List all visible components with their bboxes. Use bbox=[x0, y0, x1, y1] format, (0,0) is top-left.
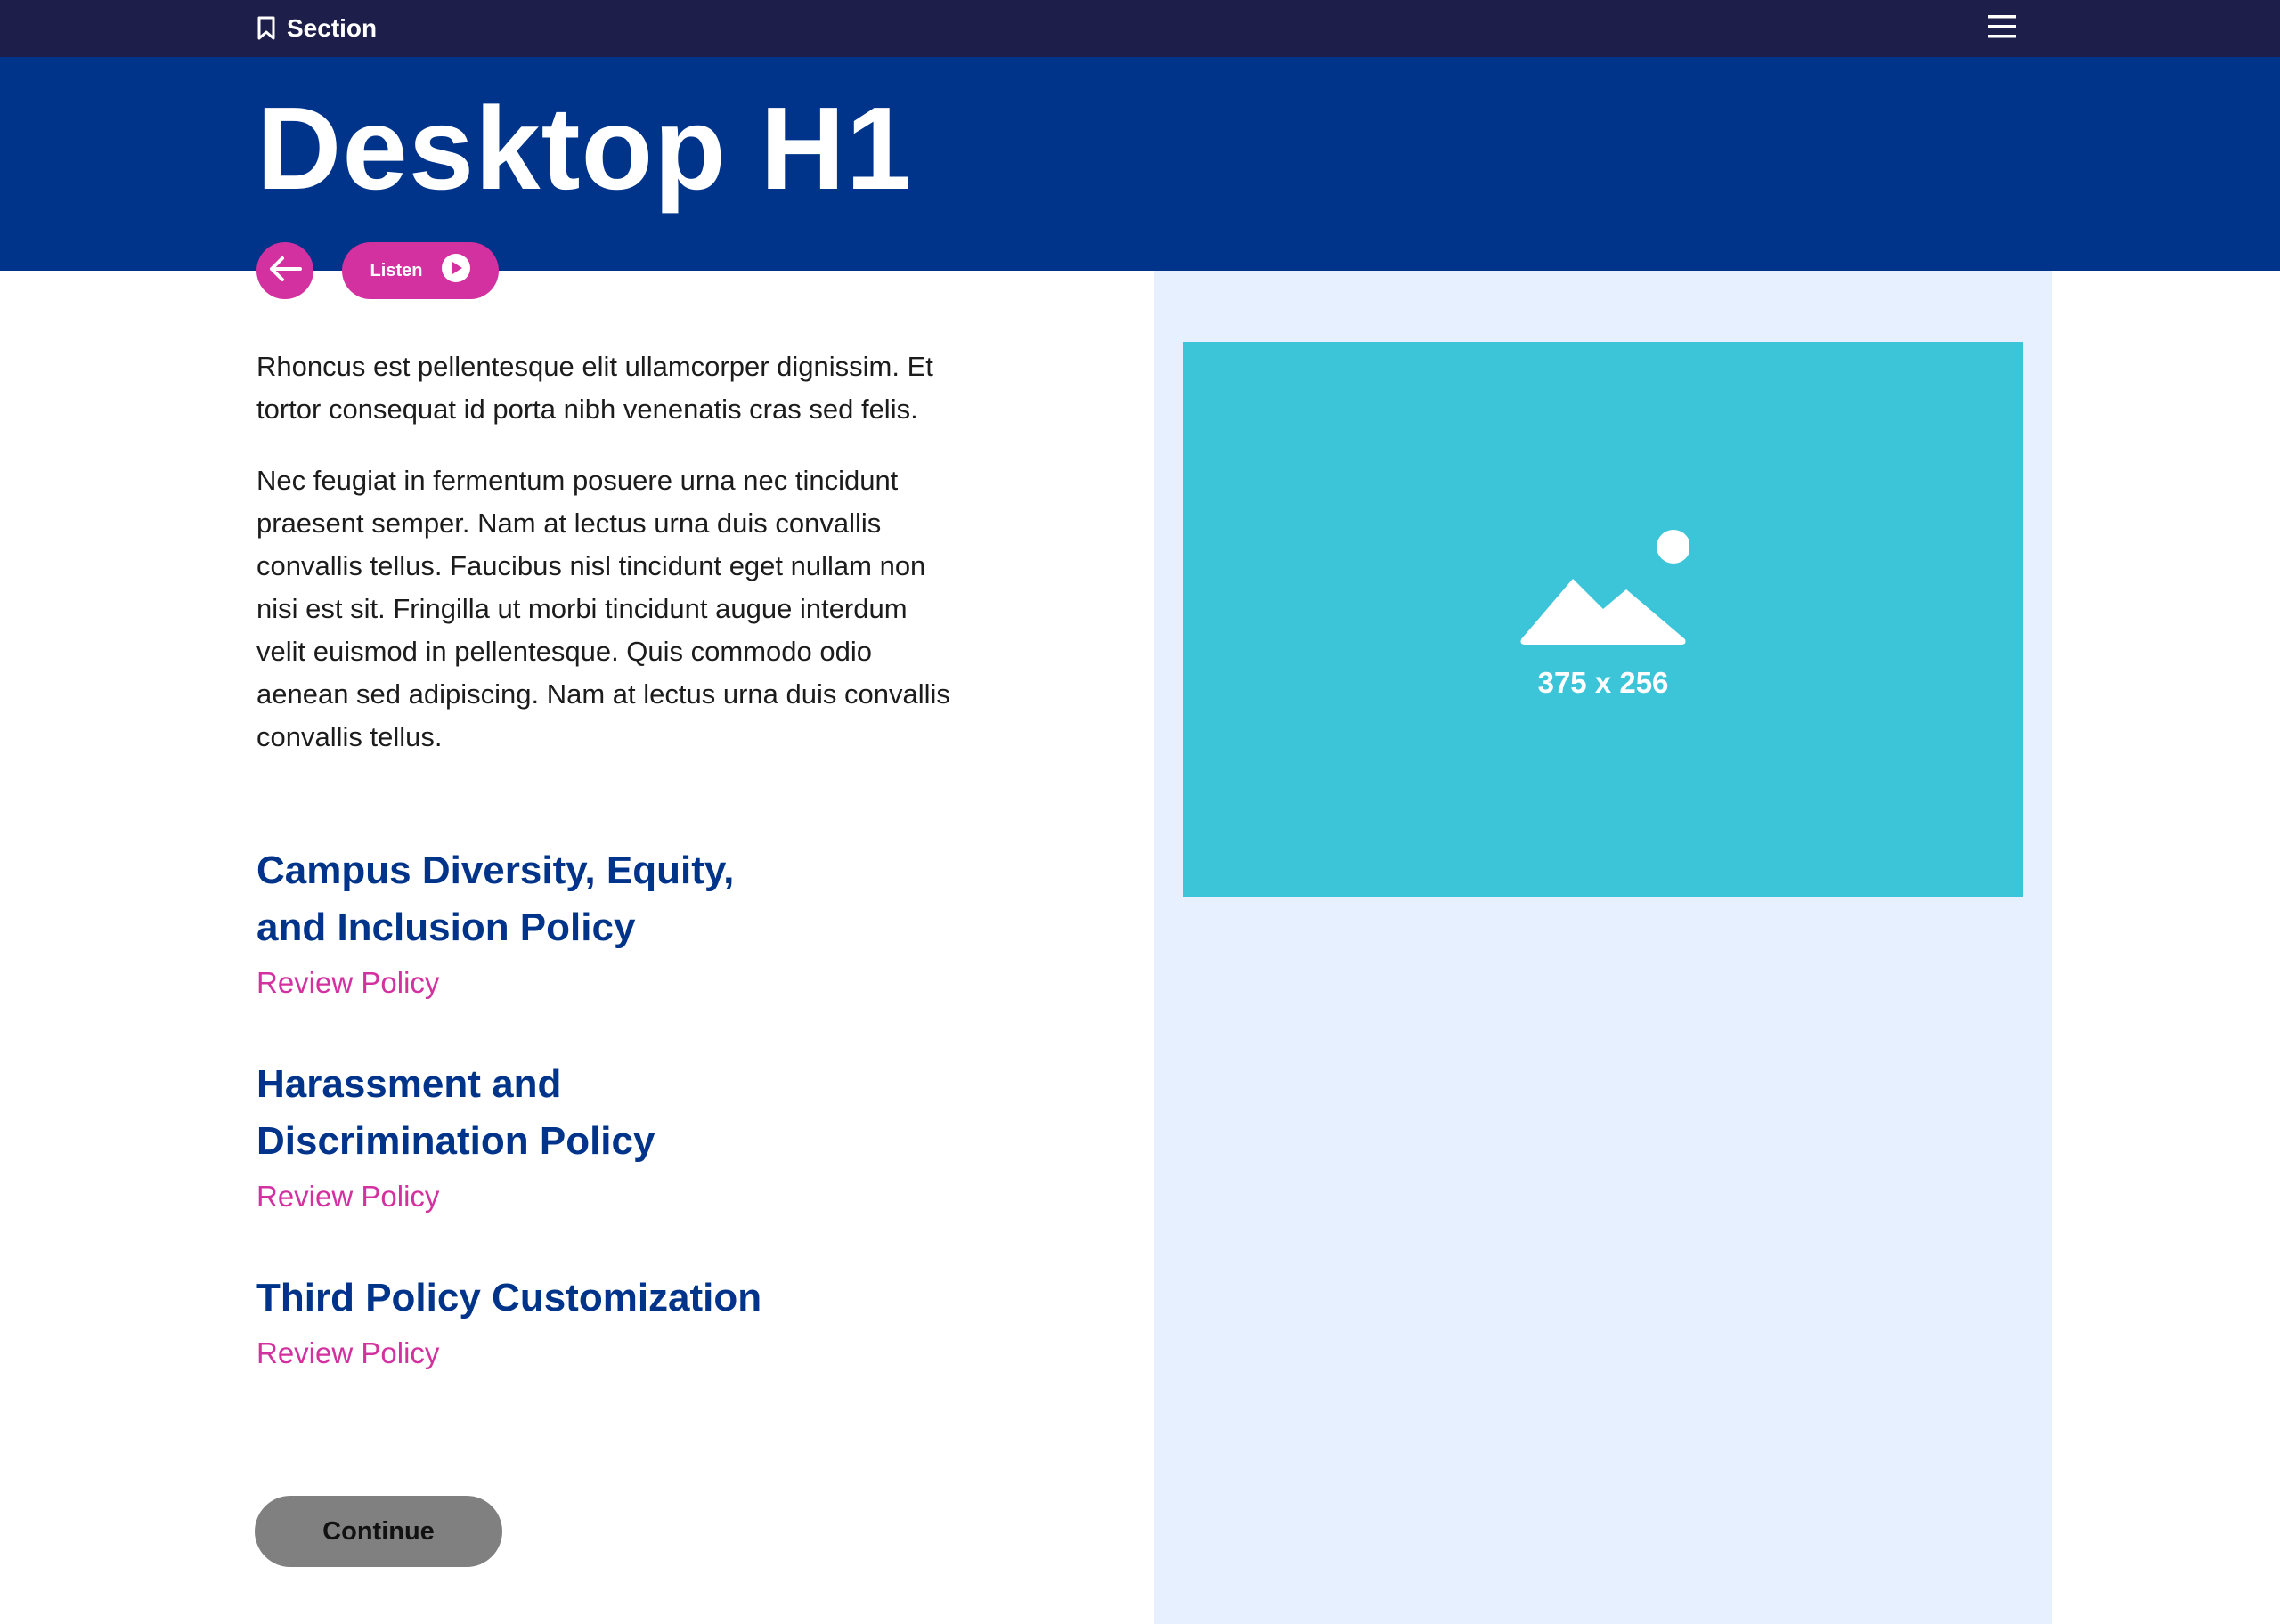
policy-title-line: Discrimination Policy bbox=[256, 1119, 656, 1163]
image-size-label: 375 x 256 bbox=[1537, 666, 1669, 699]
policy-title-line: Third Policy Customization bbox=[256, 1276, 762, 1320]
policy-title-line: Harassment and bbox=[256, 1062, 562, 1106]
hero-banner: Desktop H1 bbox=[0, 57, 2280, 271]
main-content: Rhoncus est pellentesque elit ullamcorpe… bbox=[256, 345, 951, 1373]
top-nav-bar: Section bbox=[0, 0, 2280, 57]
back-button[interactable] bbox=[256, 242, 314, 299]
image-placeholder: 375 x 256 bbox=[1183, 342, 2024, 897]
play-icon bbox=[442, 254, 471, 288]
listen-button[interactable]: Listen bbox=[342, 242, 499, 299]
review-policy-link[interactable]: Review Policy bbox=[256, 1177, 439, 1216]
policy-title-line: Campus Diversity, Equity, bbox=[256, 849, 735, 892]
page-title: Desktop H1 bbox=[256, 83, 913, 214]
arrow-left-icon bbox=[267, 256, 303, 287]
policy-title-line: and Inclusion Policy bbox=[256, 905, 636, 949]
policy-title: Harassment and Discrimination Policy bbox=[256, 1056, 951, 1170]
section-label: Section bbox=[287, 14, 378, 42]
policy-title: Third Policy Customization bbox=[256, 1270, 951, 1327]
listen-label: Listen bbox=[370, 260, 423, 280]
policy-item: Harassment and Discrimination Policy Rev… bbox=[256, 1056, 951, 1216]
continue-button[interactable]: Continue bbox=[255, 1496, 502, 1567]
policy-item: Third Policy Customization Review Policy bbox=[256, 1270, 951, 1373]
review-policy-link[interactable]: Review Policy bbox=[256, 963, 439, 1003]
policy-title: Campus Diversity, Equity, and Inclusion … bbox=[256, 842, 951, 956]
body-paragraph: Nec feugiat in fermentum posuere urna ne… bbox=[256, 465, 950, 752]
image-placeholder-icon bbox=[1520, 530, 1689, 645]
review-policy-link[interactable]: Review Policy bbox=[256, 1334, 439, 1373]
bookmark-icon bbox=[256, 16, 276, 41]
intro-paragraph: Rhoncus est pellentesque elit ullamcorpe… bbox=[256, 351, 933, 425]
hamburger-menu-icon bbox=[1988, 13, 2016, 45]
menu-button[interactable] bbox=[1986, 12, 2018, 45]
section-link[interactable]: Section bbox=[256, 0, 377, 57]
policy-item: Campus Diversity, Equity, and Inclusion … bbox=[256, 842, 951, 1003]
